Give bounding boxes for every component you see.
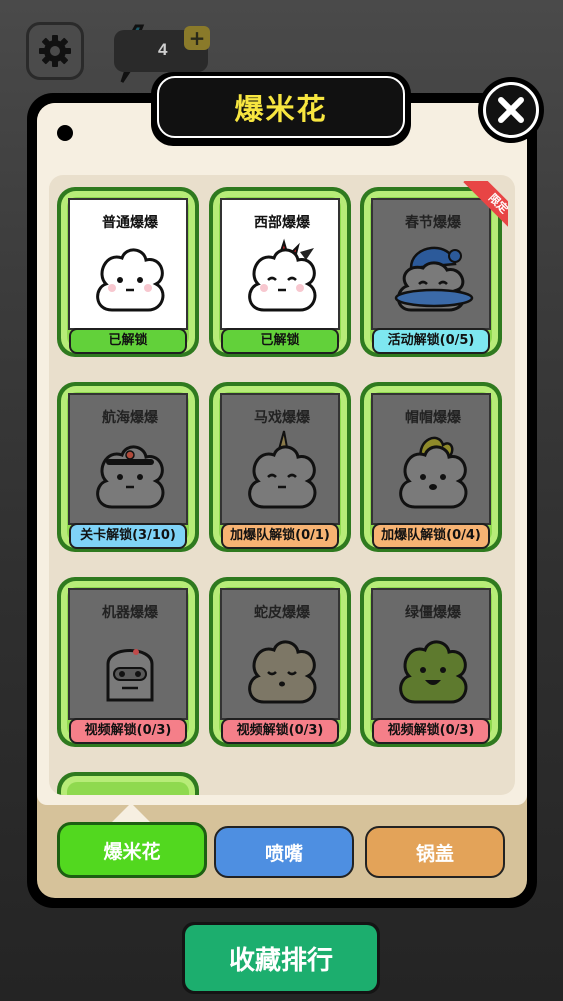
status-badge: 视频解锁(0/3) — [372, 718, 490, 744]
card-name: 马戏爆爆 — [254, 410, 310, 426]
card-portrait: 普通爆爆 — [68, 198, 188, 330]
popcorn-character — [106, 649, 154, 702]
tab-popcorn[interactable]: 爆米花 — [57, 822, 207, 878]
tab-lid[interactable]: 锅盖 — [365, 826, 505, 878]
card-grid[interactable]: 普通爆爆 已解锁 西部爆爆 已解锁 春节爆爆 限定 活动解锁(0/5) 航海爆爆… — [49, 175, 515, 795]
popcorn-character — [96, 248, 165, 312]
card-maomao[interactable]: 帽帽爆爆 加爆队解锁(0/4) — [360, 382, 502, 552]
panel-hole — [57, 125, 73, 141]
popcorn-character — [96, 445, 165, 509]
popcorn-character — [399, 436, 468, 509]
card-portrait: 航海爆爆 — [68, 393, 188, 525]
plus-icon: + — [188, 26, 206, 50]
card-maxi[interactable]: 马戏爆爆 加爆队解锁(0/1) — [209, 382, 351, 552]
card-name: 帽帽爆爆 — [405, 410, 461, 426]
card-hanghai[interactable]: 航海爆爆 关卡解锁(3/10) — [57, 382, 199, 552]
collection-rank-button[interactable]: 收藏排行 — [182, 922, 380, 994]
limited-badge: 限定 — [463, 181, 508, 239]
popcorn-character — [394, 246, 474, 312]
card-portrait: 蛇皮爆爆 — [220, 588, 340, 720]
close-button[interactable] — [478, 77, 544, 143]
category-tabs: 爆米花 喷嘴 锅盖 — [55, 822, 510, 882]
energy-count: 4 — [158, 40, 168, 59]
card-jiqi[interactable]: 机器爆爆 视频解锁(0/3) — [57, 577, 199, 747]
card-name: 机器爆爆 — [102, 605, 158, 621]
collection-rank-label: 收藏排行 — [185, 925, 377, 991]
card-name: 普通爆爆 — [102, 215, 158, 231]
energy-counter: 4 + — [114, 26, 210, 72]
popcorn-character — [248, 640, 317, 704]
status-badge: 关卡解锁(3/10) — [69, 523, 187, 549]
settings-button[interactable] — [26, 22, 84, 80]
add-energy-button[interactable]: + — [184, 26, 210, 50]
status-badge: 加爆队解锁(0/4) — [372, 523, 490, 549]
modal-title-tab: 爆米花 — [151, 72, 411, 146]
card-xibu[interactable]: 西部爆爆 已解锁 — [209, 187, 351, 357]
card-portrait: 马戏爆爆 — [220, 393, 340, 525]
tab-nozzle[interactable]: 喷嘴 — [214, 826, 354, 878]
card-chunjie[interactable]: 春节爆爆 限定 活动解锁(0/5) — [360, 181, 508, 357]
card-portrait: 绿僵爆爆 — [371, 588, 491, 720]
card-name: 西部爆爆 — [254, 215, 310, 231]
close-icon — [498, 97, 524, 123]
card-name: 蛇皮爆爆 — [254, 605, 310, 621]
status-badge: 已解锁 — [69, 328, 187, 354]
status-badge: 活动解锁(0/5) — [372, 328, 490, 354]
card-name: 绿僵爆爆 — [405, 605, 461, 621]
card-lvjiang[interactable]: 绿僵爆爆 视频解锁(0/3) — [360, 577, 502, 747]
limited-ribbon: 限定 — [450, 181, 508, 239]
card-partial[interactable] — [57, 772, 199, 795]
modal-body: 普通爆爆 已解锁 西部爆爆 已解锁 春节爆爆 限定 活动解锁(0/5) 航海爆爆… — [37, 103, 527, 898]
card-name: 航海爆爆 — [102, 410, 158, 426]
gear-icon — [39, 35, 71, 67]
status-badge: 视频解锁(0/3) — [221, 718, 339, 744]
card-portrait: 西部爆爆 — [220, 198, 340, 330]
card-shepi[interactable]: 蛇皮爆爆 视频解锁(0/3) — [209, 577, 351, 747]
modal-panel: 普通爆爆 已解锁 西部爆爆 已解锁 春节爆爆 限定 活动解锁(0/5) 航海爆爆… — [37, 103, 527, 805]
popcorn-character — [248, 238, 317, 312]
status-badge: 已解锁 — [221, 328, 339, 354]
collection-modal: 普通爆爆 已解锁 西部爆爆 已解锁 春节爆爆 限定 活动解锁(0/5) 航海爆爆… — [27, 93, 537, 908]
tab-pointer — [111, 803, 151, 823]
card-portrait: 帽帽爆爆 — [371, 393, 491, 525]
popcorn-character — [399, 640, 468, 704]
modal-title: 爆米花 — [234, 92, 328, 126]
card-portrait: 机器爆爆 — [68, 588, 188, 720]
popcorn-character — [248, 430, 317, 509]
status-badge: 加爆队解锁(0/1) — [221, 523, 339, 549]
status-badge: 视频解锁(0/3) — [69, 718, 187, 744]
card-putong[interactable]: 普通爆爆 已解锁 — [57, 187, 199, 357]
